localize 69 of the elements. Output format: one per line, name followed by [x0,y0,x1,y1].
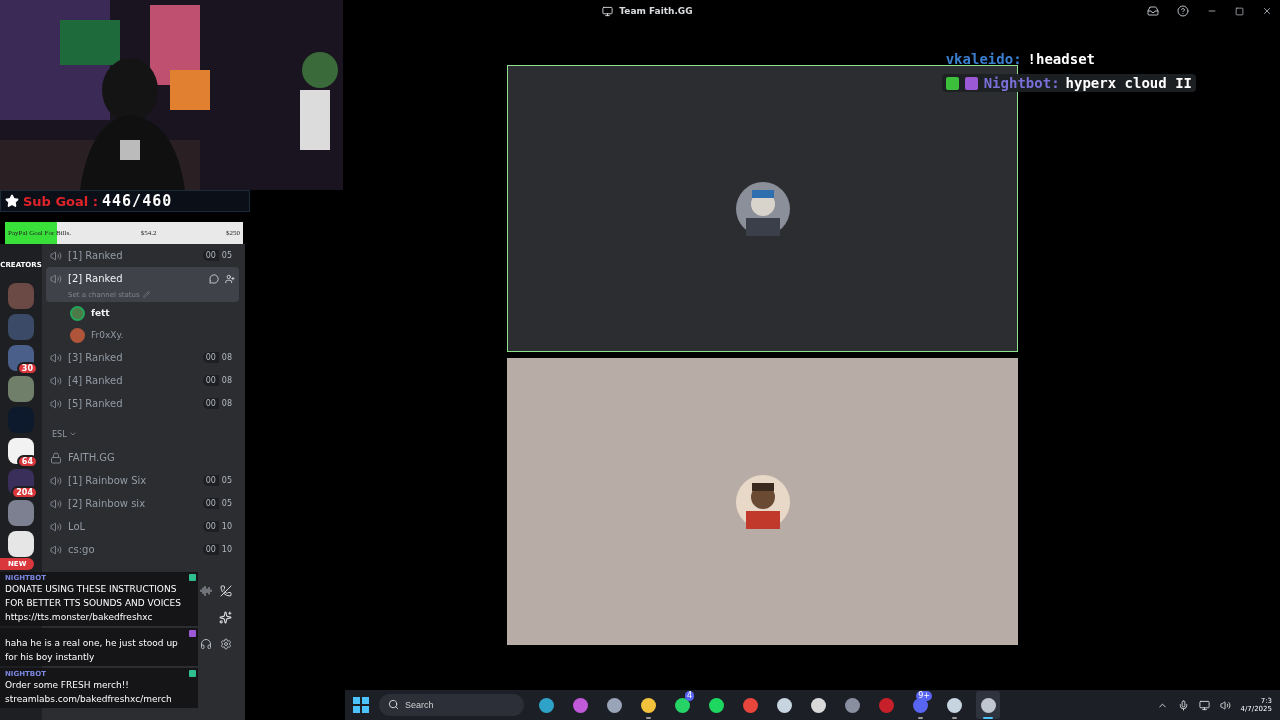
chat-username: Nightbot: [983,75,1060,91]
chevron-icon [68,430,77,438]
notification-badge: 4 [684,691,694,701]
star-icon [5,194,19,208]
speaker-icon[interactable] [1219,699,1231,711]
activity-icon[interactable] [219,611,232,624]
notification-badge: 9+ [916,691,932,701]
chat-icon[interactable] [209,273,219,284]
chat-message: hyperx cloud II [1065,75,1192,91]
channel-item[interactable]: [1] Rainbow Six 00 05 [46,469,239,492]
taskbar-app[interactable]: 9+ [908,691,932,719]
inbox-icon[interactable] [1147,5,1159,17]
search-icon [388,699,399,710]
lock-icon [50,451,62,464]
chat-message: !headset [1027,51,1095,67]
mention-badge: 30 [16,362,38,375]
user-count: 00 [202,521,219,532]
chat-message: haha he is a real one, he just stood up for his boy instantly [5,637,179,664]
channel-item[interactable]: [3] Ranked 00 08 [46,346,239,369]
channel-item[interactable]: [2] Rainbow six 00 05 [46,492,239,515]
close-icon[interactable] [1262,6,1272,16]
taskbar-app[interactable]: 4 [670,691,694,719]
sound-wave-icon[interactable] [200,585,212,597]
user-count: 00 [202,352,219,363]
sub-goal-label: Sub Goal : [23,193,98,209]
mention-badge: 64 [16,455,38,468]
channel-item[interactable]: [5] Ranked 00 08 [46,392,239,415]
speaker-icon [50,351,62,364]
channel-item[interactable]: cs:go 00 10 [46,538,239,561]
user-count: 00 [202,498,219,509]
category-header[interactable]: ESL [46,422,239,446]
user-count: 00 [202,475,219,486]
channel-item[interactable]: [1] Ranked 00 05 [46,244,239,267]
channel-item[interactable]: [4] Ranked 00 08 [46,369,239,392]
headphones-icon[interactable] [200,638,212,650]
speaker-icon [50,520,62,533]
search-field[interactable]: Search [379,694,524,716]
maximize-icon[interactable] [1235,6,1244,16]
mention-badge: 204 [11,486,38,499]
sub-goal-count: 446/460 [102,192,173,210]
chat-message: Order some FRESH merch!! streamlabs.com/bakedfreshxc/merch [5,679,173,706]
speaker-icon [50,374,62,387]
pencil-icon [142,291,150,298]
chat-username: vkaleido: [945,51,1022,67]
speaker-icon [50,543,62,556]
channel-item[interactable]: FAITH.GG [46,446,239,469]
invite-icon[interactable] [225,273,235,284]
settings-icon[interactable] [220,638,232,650]
user-count: 00 [202,250,219,261]
help-icon[interactable] [1177,5,1189,17]
mic-icon[interactable] [1177,699,1189,711]
taskbar-app[interactable] [976,691,1000,719]
member-name[interactable]: fett [91,308,110,318]
speaker-icon [50,249,62,262]
speaker-icon [50,497,62,510]
display-icon[interactable] [1198,699,1210,711]
user-count: 00 [202,375,219,386]
server-icon[interactable] [8,531,34,557]
speaker-icon [50,474,62,487]
windows-start-icon[interactable] [353,697,369,713]
user-count: 00 [202,398,219,409]
hang-up-icon[interactable] [220,585,232,597]
member-name[interactable]: Fr0xXy. [91,330,124,340]
channel-item[interactable]: LoL 00 10 [46,515,239,538]
speaker-icon [50,397,62,410]
speaker-icon [50,272,62,285]
chat-message: DONATE USING THESE INSTRUCTIONS FOR BETTER TTS SOUNDS AND VOICES https://tts.monster/bakedfreshxc [5,583,182,624]
user-count: 00 [202,544,219,555]
window-title: Team Faith.GG [619,6,693,16]
